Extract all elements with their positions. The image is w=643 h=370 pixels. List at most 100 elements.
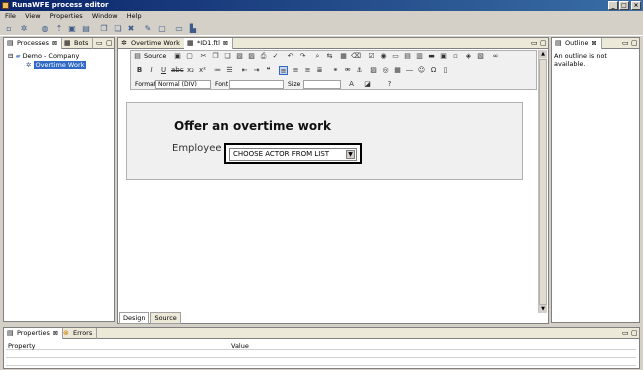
maximize-outline-icon[interactable]: ▢	[631, 39, 638, 48]
tree-item-demo-company[interactable]: ⊟ ▰ Demo - Company	[8, 52, 110, 61]
radio-icon[interactable]: ◉	[379, 52, 388, 61]
maximize-view-icon[interactable]: ▢	[106, 39, 113, 48]
paste-icon[interactable]: ❏	[113, 24, 123, 34]
paste-word-icon[interactable]: ▨	[247, 52, 256, 61]
minimize-editor-icon[interactable]: ▭	[531, 39, 538, 48]
underline-icon[interactable]: U	[159, 66, 168, 75]
outdent-icon[interactable]: ⇤	[240, 66, 249, 75]
export-icon[interactable]: ▤	[81, 24, 91, 34]
tab-errors[interactable]: ⊗ Errors	[60, 328, 98, 339]
collapse-icon[interactable]: ⊟	[8, 52, 13, 60]
menu-properties[interactable]: Properties	[50, 12, 83, 20]
paste-icon[interactable]: ❏	[223, 52, 232, 61]
globe-icon[interactable]: ◍	[40, 24, 50, 34]
paste-text-icon[interactable]: ▧	[235, 52, 244, 61]
superscript-icon[interactable]: x²	[198, 66, 207, 75]
find-icon[interactable]: ⌕	[313, 52, 322, 61]
chart-icon[interactable]: ▙	[188, 24, 198, 34]
deploy-icon[interactable]: ⇡	[54, 24, 64, 34]
bold-icon[interactable]: B	[135, 66, 144, 75]
maximize-properties-icon[interactable]: ▢	[631, 329, 638, 338]
align-left-icon[interactable]: ≡	[279, 66, 288, 75]
anchor-icon[interactable]: ⚓	[355, 66, 364, 75]
table-icon[interactable]: ▦	[393, 66, 402, 75]
actor-select-frame[interactable]: CHOOSE ACTOR FROM LIST ▼	[224, 143, 362, 164]
bg-color-icon[interactable]: ◪	[363, 80, 372, 89]
source-icon[interactable]: ▤	[133, 52, 142, 61]
tree-item-overtime-work[interactable]: ✲ Overtime Work	[8, 61, 110, 70]
close-icon[interactable]: ⊠	[592, 40, 597, 47]
component-icon[interactable]: ◈	[464, 52, 473, 61]
italic-icon[interactable]: I	[147, 66, 156, 75]
tab-processes[interactable]: ▤ Processes ⊠	[4, 38, 63, 49]
editor-scrollbar[interactable]: ▲ ▼	[538, 50, 547, 313]
copy-icon[interactable]: ❐	[211, 52, 220, 61]
copy-icon[interactable]: ❐	[99, 24, 109, 34]
delete-icon[interactable]: ✖	[126, 24, 136, 34]
menu-help[interactable]: Help	[127, 12, 142, 20]
column-value[interactable]: Value	[231, 342, 249, 350]
import-icon[interactable]: ▣	[67, 24, 77, 34]
new-icon[interactable]: ▫	[4, 24, 14, 34]
indent-icon[interactable]: ⇥	[252, 66, 261, 75]
minimize-button[interactable]: _	[608, 1, 618, 10]
format-select[interactable]: Normal (DIV)	[155, 80, 211, 89]
undo-icon[interactable]: ↶	[286, 52, 295, 61]
minimize-view-icon[interactable]: ▭	[96, 39, 103, 48]
blockquote-icon[interactable]: ❝	[264, 66, 273, 75]
numbered-list-icon[interactable]: ≔	[213, 66, 222, 75]
print-icon[interactable]: ⎙	[259, 52, 268, 61]
cut-icon[interactable]: ✂	[199, 52, 208, 61]
source-button[interactable]: Source	[144, 52, 166, 61]
tab-outline[interactable]: ▤ Outline ⊠	[552, 38, 602, 49]
link-insert-icon[interactable]: ⚭	[331, 66, 340, 75]
size-select[interactable]	[303, 80, 341, 89]
image-icon[interactable]: ▨	[369, 66, 378, 75]
text-color-icon[interactable]: A	[347, 80, 356, 89]
settings-icon[interactable]: ✲	[19, 24, 29, 34]
column-property[interactable]: Property	[8, 342, 36, 350]
bullet-list-icon[interactable]: ☰	[225, 66, 234, 75]
scroll-thumb[interactable]	[539, 59, 547, 305]
actor-select[interactable]: CHOOSE ACTOR FROM LIST ▼	[229, 148, 357, 161]
unlink-icon[interactable]: ⚮	[343, 66, 352, 75]
justify-icon[interactable]: ≣	[315, 66, 324, 75]
strike-icon[interactable]: abc	[171, 66, 184, 75]
select-field-icon[interactable]: ▥	[415, 52, 424, 61]
about-icon[interactable]: ?	[385, 80, 394, 89]
tab-properties[interactable]: ▤ Properties ⊠	[4, 328, 63, 339]
pagebreak-icon[interactable]: ▯	[441, 66, 450, 75]
close-icon[interactable]: ⊠	[223, 40, 228, 47]
tab-bots[interactable]: ▦ Bots	[61, 38, 94, 49]
textarea-icon[interactable]: ▤	[403, 52, 412, 61]
close-window-button[interactable]: ×	[631, 1, 641, 10]
scroll-up-icon[interactable]: ▲	[539, 50, 547, 58]
spellcheck-icon[interactable]: ✓	[271, 52, 280, 61]
subscript-icon[interactable]: x₂	[186, 66, 195, 75]
menu-window[interactable]: Window	[92, 12, 118, 20]
replace-icon[interactable]: ⇆	[325, 52, 334, 61]
flash-icon[interactable]: ◎	[381, 66, 390, 75]
validate-icon[interactable]: ✎	[143, 24, 153, 34]
bot-icon[interactable]: ▭	[174, 24, 184, 34]
font-select[interactable]	[229, 80, 284, 89]
checkbox-icon[interactable]: ☑	[367, 52, 376, 61]
textfield-icon[interactable]: ▭	[391, 52, 400, 61]
tab-id1-ftl[interactable]: ▦ *ID1.ftl ⊠	[184, 38, 233, 49]
image-button-icon[interactable]: ▣	[439, 52, 448, 61]
tab-source[interactable]: Source	[150, 312, 181, 324]
select-all-icon[interactable]: ▦	[339, 52, 348, 61]
minimize-outline-icon[interactable]: ▭	[622, 39, 629, 48]
maximize-button[interactable]: □	[619, 1, 629, 10]
menu-file[interactable]: File	[5, 12, 16, 20]
button-field-icon[interactable]: ▬	[427, 52, 436, 61]
hline-icon[interactable]: ―	[405, 66, 414, 75]
template-icon[interactable]: ▧	[476, 52, 485, 61]
preview-icon[interactable]: ▢	[185, 52, 194, 61]
chevron-down-icon[interactable]: ▼	[346, 150, 355, 159]
minimize-properties-icon[interactable]: ▭	[622, 329, 629, 338]
menu-view[interactable]: View	[25, 12, 40, 20]
hidden-field-icon[interactable]: ▫	[451, 52, 460, 61]
tab-overtime-work[interactable]: ✲ Overtime Work	[118, 38, 185, 49]
redo-icon[interactable]: ↷	[298, 52, 307, 61]
